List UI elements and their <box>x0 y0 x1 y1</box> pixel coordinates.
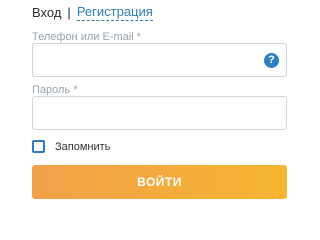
remember-me[interactable]: Запомнить <box>32 140 110 153</box>
checkbox-icon[interactable] <box>32 140 45 153</box>
phone-email-field-wrapper: ? <box>32 43 287 77</box>
auth-tabs: Вход | Регистрация <box>32 4 153 21</box>
login-form: Вход | Регистрация Телефон или E-mail * … <box>0 0 320 200</box>
login-button[interactable]: ВОЙТИ <box>32 165 287 199</box>
remember-label: Запомнить <box>55 140 111 153</box>
question-circle-icon[interactable]: ? <box>264 53 279 68</box>
tab-separator: | <box>67 5 71 20</box>
password-label: Пароль * <box>32 84 78 96</box>
phone-email-input[interactable] <box>33 44 286 76</box>
tab-register[interactable]: Регистрация <box>76 4 153 21</box>
phone-email-label: Телефон или E-mail * <box>32 31 141 43</box>
password-field-wrapper <box>32 96 287 130</box>
password-input[interactable] <box>33 97 286 129</box>
tab-login[interactable]: Вход <box>32 5 61 20</box>
